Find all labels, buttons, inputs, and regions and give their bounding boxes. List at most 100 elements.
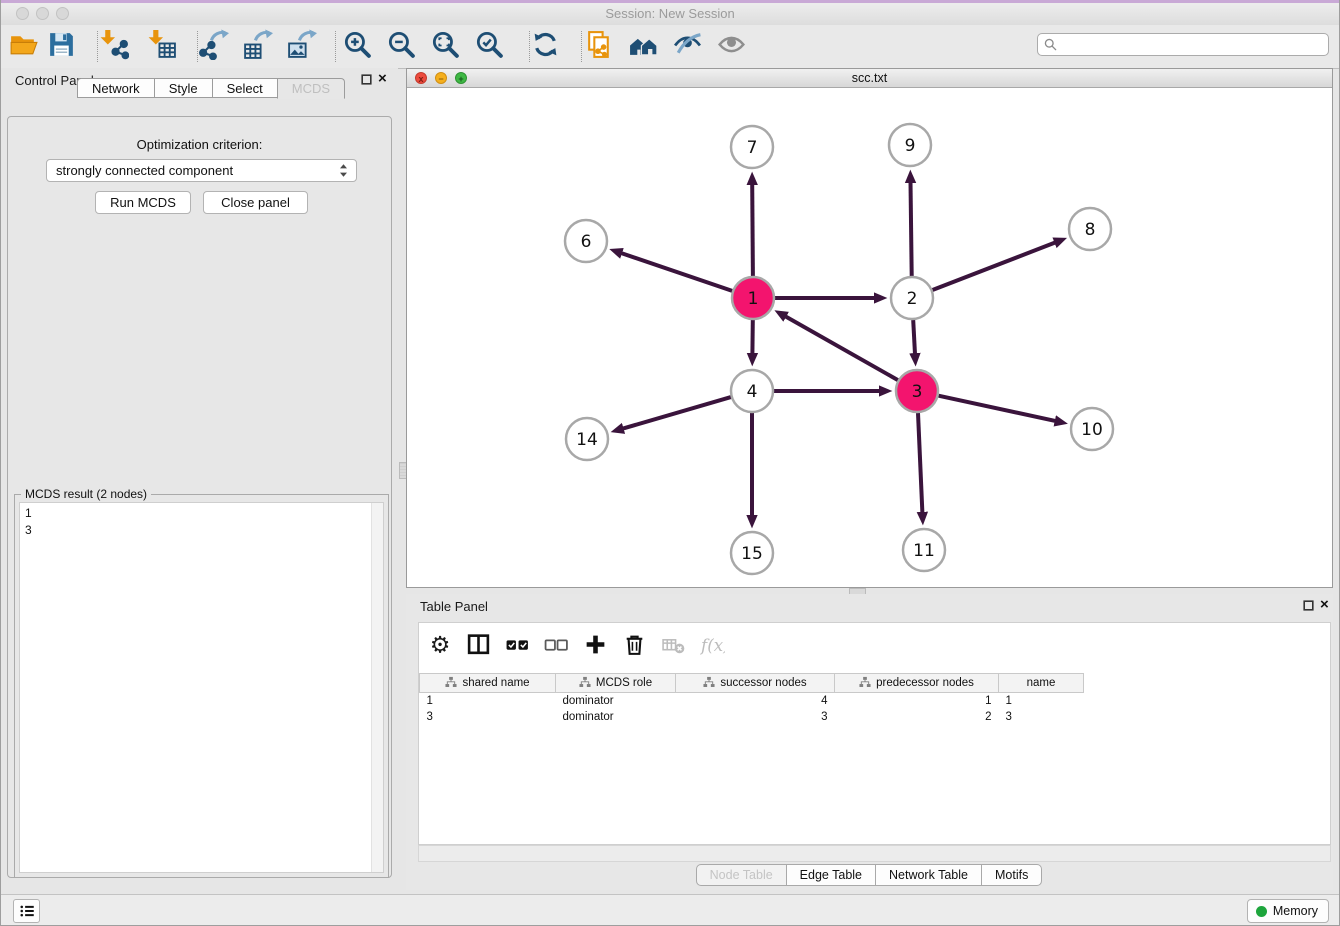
edge-1-6[interactable] — [621, 253, 732, 291]
trash-icon — [622, 632, 647, 662]
zoom-fit-button[interactable] — [428, 30, 462, 64]
status-bar: Memory — [1, 894, 1339, 926]
add-column-button[interactable] — [581, 633, 609, 661]
memory-button[interactable]: Memory — [1247, 899, 1329, 923]
edge-2-9[interactable] — [911, 182, 912, 276]
cell-successor-nodes[interactable]: 3 — [676, 709, 835, 725]
clone-network-button[interactable] — [582, 30, 616, 64]
memory-status-dot — [1256, 906, 1267, 917]
deselect-all-icon — [544, 632, 569, 662]
cell-mcds-role[interactable]: dominator — [556, 709, 676, 725]
show-graphics-details-button[interactable] — [670, 30, 704, 64]
table-row[interactable]: 1dominator411 — [420, 693, 1084, 710]
run-mcds-button[interactable]: Run MCDS — [95, 191, 191, 214]
float-table-panel-icon[interactable] — [1303, 600, 1314, 611]
tab-select[interactable]: Select — [212, 78, 278, 98]
tab-mcds[interactable]: MCDS — [277, 78, 345, 99]
graph-node-2[interactable]: 2 — [891, 277, 933, 319]
network-graph[interactable]: 7 9 6 8 1 2 4 3 14 10 15 11 — [407, 88, 1332, 587]
gear-icon: ⚙ — [427, 632, 452, 662]
graph-node-9[interactable]: 9 — [889, 124, 931, 166]
toolbar-separator — [529, 31, 530, 62]
split-table-button[interactable] — [464, 633, 492, 661]
mcds-result-textarea[interactable]: 1 3 — [19, 502, 384, 873]
delete-column-button[interactable] — [620, 633, 648, 661]
zoom-in-button[interactable] — [340, 30, 374, 64]
graph-node-6[interactable]: 6 — [565, 220, 607, 262]
cell-name[interactable]: 3 — [999, 709, 1084, 725]
edge-3-10[interactable] — [939, 396, 1056, 421]
node-label-11: 11 — [913, 541, 935, 561]
graph-node-3[interactable]: 3 — [896, 370, 938, 412]
export-network-button[interactable] — [196, 30, 230, 64]
tab-motifs[interactable]: Motifs — [981, 864, 1042, 886]
edge-1-7[interactable] — [752, 184, 753, 276]
cell-predecessor-nodes[interactable]: 2 — [835, 709, 999, 725]
edge-2-8[interactable] — [933, 242, 1056, 290]
search-field[interactable] — [1037, 33, 1329, 56]
close-table-panel-icon[interactable]: × — [1320, 597, 1329, 612]
column-settings-button[interactable]: ⚙ — [425, 633, 453, 661]
export-table-button[interactable] — [240, 30, 274, 64]
cell-shared-name[interactable]: 1 — [420, 693, 556, 710]
close-panel-button[interactable]: Close panel — [203, 191, 308, 214]
tab-network-table[interactable]: Network Table — [875, 864, 982, 886]
edge-2-3[interactable] — [913, 320, 915, 354]
tab-network[interactable]: Network — [77, 78, 155, 98]
table-horizontal-scrollbar[interactable] — [418, 845, 1331, 862]
toolbar-separator — [335, 31, 336, 62]
import-table-button[interactable] — [144, 30, 178, 64]
task-history-button[interactable] — [13, 899, 40, 923]
node-label-7: 7 — [747, 138, 758, 158]
column-header-predecessor-nodes[interactable]: predecessor nodes — [835, 674, 999, 693]
graph-node-10[interactable]: 10 — [1071, 408, 1113, 450]
column-header-shared-name[interactable]: shared name — [420, 674, 556, 693]
result-scrollbar[interactable] — [371, 503, 383, 872]
graph-node-15[interactable]: 15 — [731, 532, 773, 574]
birds-eye-view-button[interactable] — [714, 30, 748, 64]
graph-node-14[interactable]: 14 — [566, 418, 608, 460]
export-image-button[interactable] — [284, 30, 318, 64]
node-label-14: 14 — [576, 430, 598, 450]
select-all-rows-button[interactable] — [503, 633, 531, 661]
refresh-layout-button[interactable] — [528, 30, 562, 64]
column-header-name[interactable]: name — [999, 674, 1084, 693]
network-overview-button[interactable] — [626, 30, 660, 64]
edge-4-14[interactable] — [623, 397, 731, 429]
zoom-selected-button[interactable] — [472, 30, 506, 64]
cell-successor-nodes[interactable]: 4 — [676, 693, 835, 710]
cell-predecessor-nodes[interactable]: 1 — [835, 693, 999, 710]
deselect-all-rows-button[interactable] — [542, 633, 570, 661]
column-header-successor-nodes[interactable]: successor nodes — [676, 674, 835, 693]
graph-node-4[interactable]: 4 — [731, 370, 773, 412]
column-header-mcds-role[interactable]: MCDS role — [556, 674, 676, 693]
open-session-button[interactable] — [6, 30, 40, 64]
close-panel-icon[interactable]: × — [378, 71, 387, 86]
zoom-out-button[interactable] — [384, 30, 418, 64]
graph-node-7[interactable]: 7 — [731, 126, 773, 168]
cell-name[interactable]: 1 — [999, 693, 1084, 710]
graph-node-8[interactable]: 8 — [1069, 208, 1111, 250]
tab-node-table[interactable]: Node Table — [696, 864, 787, 886]
cell-mcds-role[interactable]: dominator — [556, 693, 676, 710]
criterion-select[interactable]: strongly connected component — [46, 159, 357, 182]
graph-node-11[interactable]: 11 — [903, 529, 945, 571]
svg-text:f(x): f(x) — [700, 636, 725, 655]
tab-style[interactable]: Style — [154, 78, 213, 98]
network-canvas[interactable]: 7 9 6 8 1 2 4 3 14 10 15 11 — [407, 88, 1332, 587]
graph-node-1[interactable]: 1 — [732, 277, 774, 319]
svg-text:⚙: ⚙ — [429, 632, 450, 657]
import-network-button[interactable] — [96, 30, 130, 64]
node-label-2: 2 — [907, 289, 918, 309]
search-icon — [1043, 37, 1058, 52]
table-panel-header: Table Panel × — [406, 594, 1333, 620]
search-input[interactable] — [1058, 37, 1328, 53]
mcds-result-title: MCDS result (2 nodes) — [21, 487, 151, 501]
table-row[interactable]: 3dominator323 — [420, 709, 1084, 725]
edge-3-1[interactable] — [785, 316, 898, 380]
cell-shared-name[interactable]: 3 — [420, 709, 556, 725]
tab-edge-table[interactable]: Edge Table — [786, 864, 876, 886]
float-panel-icon[interactable] — [361, 74, 372, 85]
save-session-button[interactable] — [44, 30, 78, 64]
edge-3-11[interactable] — [918, 413, 922, 513]
